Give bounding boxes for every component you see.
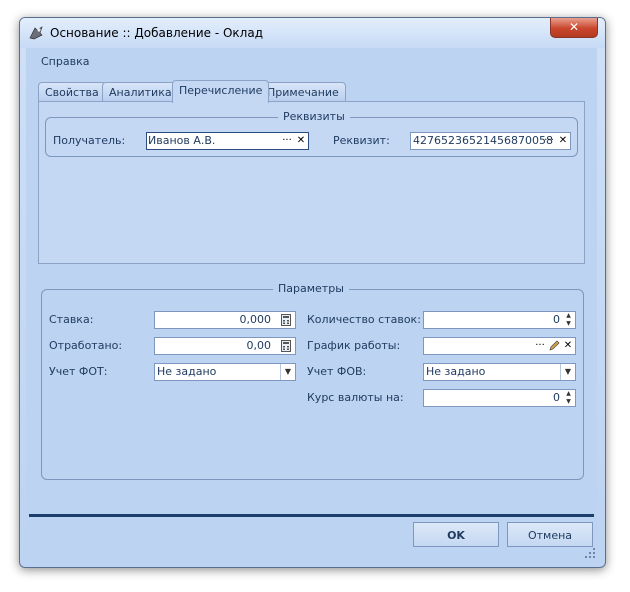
rate-label: Ставка: (49, 313, 94, 326)
tab-panel-transfer: Реквизиты Получатель: Иванов А.В. ··· ✕ … (38, 101, 585, 264)
parameters-legend: Параметры (273, 282, 349, 295)
close-button[interactable]: ✕ (550, 18, 598, 38)
currency-rate-label: Курс валюты на: (307, 391, 404, 404)
fov-label: Учет ФОВ: (307, 365, 367, 378)
recipient-label: Получатель: (53, 134, 126, 147)
calculator-icon[interactable] (279, 312, 293, 328)
tab-properties[interactable]: Свойства (38, 82, 106, 102)
spin-buttons[interactable]: ▲ ▼ (563, 312, 574, 328)
requisites-group: Реквизиты Получатель: Иванов А.В. ··· ✕ … (45, 110, 578, 157)
schedule-field[interactable]: ··· ✕ (423, 337, 576, 355)
spin-down-icon[interactable]: ▼ (563, 320, 574, 328)
recipient-field[interactable]: Иванов А.В. ··· ✕ (146, 132, 309, 150)
tab-notes[interactable]: Примечание (260, 82, 346, 102)
fot-value: Не задано (157, 365, 217, 378)
chevron-down-icon[interactable]: ▼ (280, 364, 295, 380)
parameters-group: Параметры Ставка: 0,000 Отработано: 0,00… (41, 282, 584, 480)
fov-combobox[interactable]: Не задано ▼ (423, 363, 576, 381)
dialog-body: Справка Свойства Аналитика Перечисление … (26, 48, 597, 560)
dialog-window: Основание :: Добавление - Оклад ✕ Справк… (19, 17, 606, 568)
spin-up-icon[interactable]: ▲ (563, 312, 574, 320)
clear-icon[interactable]: ✕ (556, 133, 570, 149)
ellipsis-icon[interactable]: ··· (280, 133, 294, 149)
tab-analytics[interactable]: Аналитика (102, 82, 179, 102)
requisite-label: Реквизит: (333, 134, 390, 147)
rates-count-value: 0 (553, 313, 560, 326)
resize-grip-icon[interactable] (585, 548, 595, 558)
requisites-legend: Реквизиты (278, 110, 350, 123)
rates-count-label: Количество ставок: (307, 313, 421, 326)
close-icon: ✕ (568, 20, 580, 34)
ok-button[interactable]: OK (413, 522, 499, 547)
recipient-value: Иванов А.В. (148, 134, 216, 147)
window-title: Основание :: Добавление - Оклад (50, 26, 263, 40)
fov-value: Не задано (426, 365, 486, 378)
worked-value: 0,00 (246, 339, 272, 352)
requisite-value: 42765236521456870058 (413, 134, 553, 147)
app-icon (29, 26, 43, 40)
ellipsis-icon[interactable]: ··· (542, 133, 556, 149)
spin-down-icon[interactable]: ▼ (563, 398, 574, 406)
worked-field[interactable]: 0,00 (154, 337, 296, 355)
chevron-down-icon[interactable]: ▼ (560, 364, 575, 380)
currency-rate-stepper[interactable]: 0 ▲ ▼ (423, 389, 576, 407)
requisite-field[interactable]: 42765236521456870058 ··· ✕ (410, 132, 571, 150)
calculator-icon[interactable] (279, 338, 293, 354)
fot-label: Учет ФОТ: (49, 365, 108, 378)
fot-combobox[interactable]: Не задано ▼ (154, 363, 296, 381)
spin-buttons[interactable]: ▲ ▼ (563, 390, 574, 406)
spin-up-icon[interactable]: ▲ (563, 390, 574, 398)
rate-field[interactable]: 0,000 (154, 311, 296, 329)
worked-label: Отработано: (49, 339, 123, 352)
rates-count-stepper[interactable]: 0 ▲ ▼ (423, 311, 576, 329)
title-bar[interactable]: Основание :: Добавление - Оклад ✕ (20, 18, 605, 48)
menu-item-help[interactable]: Справка (41, 55, 89, 68)
cancel-button[interactable]: Отмена (507, 522, 593, 547)
edit-pencil-icon[interactable] (547, 338, 561, 354)
tab-transfer[interactable]: Перечисление (172, 80, 270, 103)
ellipsis-icon[interactable]: ··· (533, 338, 547, 354)
footer-divider (29, 514, 594, 517)
currency-rate-value: 0 (553, 391, 560, 404)
clear-icon[interactable]: ✕ (561, 338, 575, 354)
schedule-label: График работы: (307, 339, 401, 352)
clear-icon[interactable]: ✕ (294, 133, 308, 149)
rate-value: 0,000 (239, 313, 272, 326)
